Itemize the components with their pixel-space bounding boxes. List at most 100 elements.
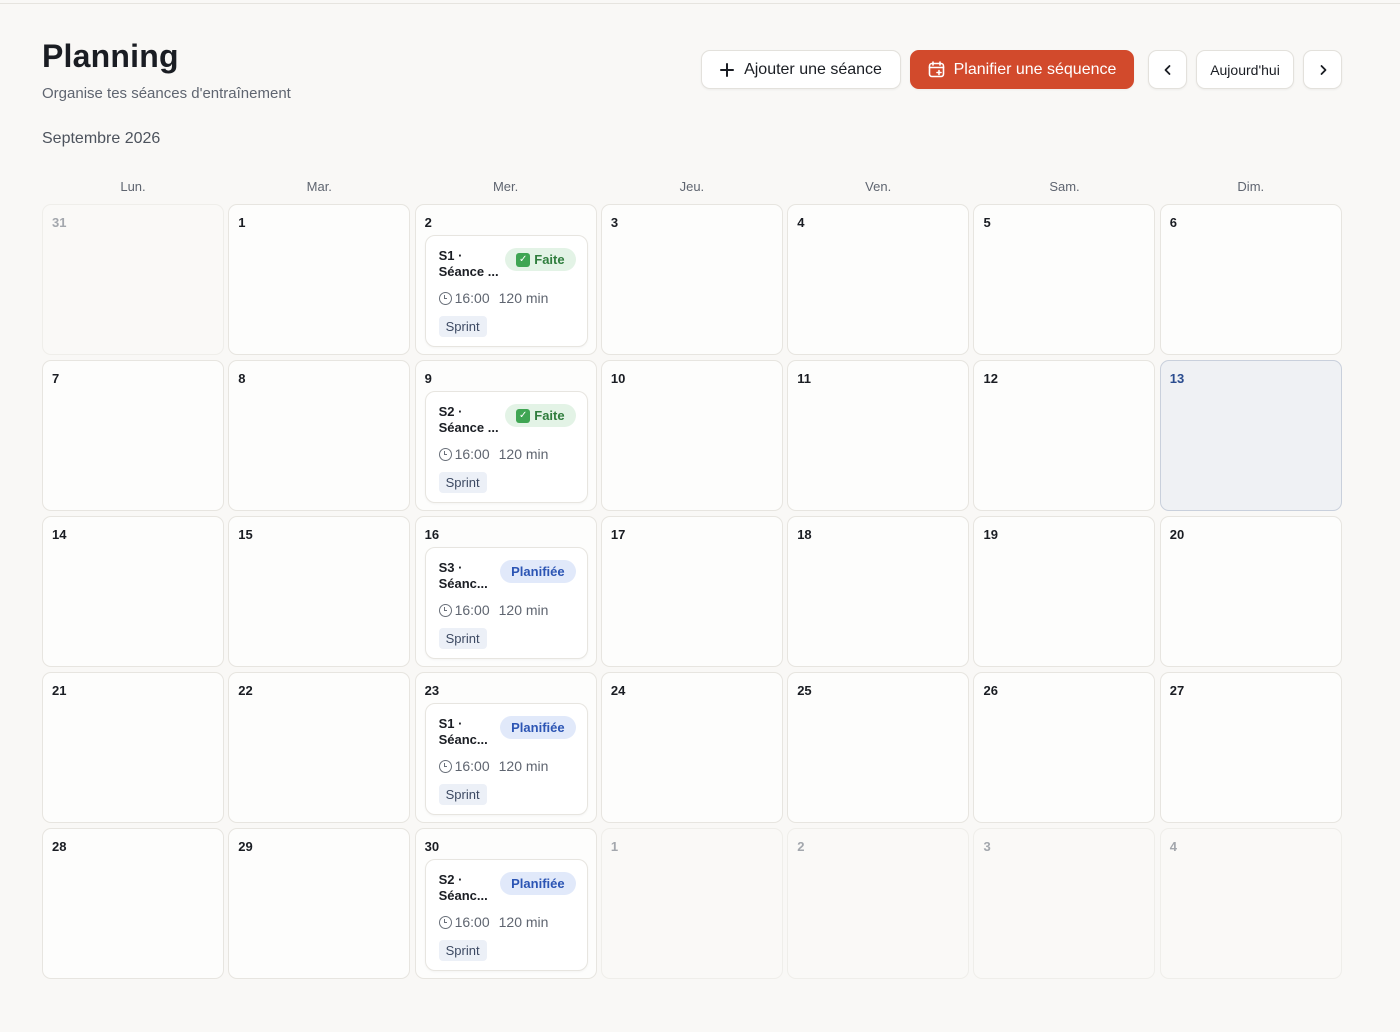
day-cell[interactable]: 2 (787, 828, 970, 979)
session-card[interactable]: S3 · Séanc... Planifiée 16:00 120 min Sprint (424, 547, 588, 659)
day-cell[interactable]: 24 (600, 672, 783, 823)
plan-sequence-button[interactable]: Planifier une séquence (910, 50, 1134, 89)
session-time: 16:00 (454, 602, 490, 618)
session-duration: 120 min (498, 914, 549, 930)
next-month-button[interactable] (1303, 50, 1342, 89)
day-number: 9 (424, 371, 432, 386)
day-cell[interactable]: 3 (973, 828, 1156, 979)
day-number: 19 (983, 527, 998, 542)
session-duration: 120 min (498, 290, 549, 306)
day-number: 24 (610, 683, 626, 698)
day-cell[interactable]: 30 S2 · Séanc... Planifiée 16:00 120 min Sprin… (414, 828, 597, 979)
day-number: 28 (52, 839, 67, 854)
day-cell[interactable]: 15 (228, 516, 411, 667)
day-cell[interactable]: 28 (42, 828, 224, 979)
session-tag: Sprint (438, 784, 487, 805)
day-cell[interactable]: 4 (787, 204, 970, 355)
day-cell[interactable]: 16 S3 · Séanc... Planifiée 16:00 120 min Sprin… (414, 516, 597, 667)
day-cell[interactable]: 8 (228, 360, 411, 511)
session-tag: Sprint (438, 628, 487, 649)
day-cell[interactable]: 17 (600, 516, 783, 667)
day-number: 10 (610, 371, 626, 386)
session-card[interactable]: S2 · Séance ... ✓ Faite 16:00 120 min Sprint (424, 391, 588, 503)
weekday-label: Dim. (1237, 179, 1265, 194)
session-time: 16:00 (454, 446, 490, 462)
day-cell[interactable]: 1 (228, 204, 411, 355)
session-code: S2 · (438, 872, 463, 887)
day-cell[interactable]: 23 S1 · Séanc... Planifiée 16:00 120 min Sprin… (414, 672, 597, 823)
day-number: 15 (238, 527, 253, 542)
day-number: 2 (797, 839, 805, 854)
day-number: 23 (424, 683, 440, 698)
day-cell[interactable]: 5 (973, 204, 1156, 355)
session-card[interactable]: S2 · Séanc... Planifiée 16:00 120 min Sprint (424, 859, 588, 971)
day-cell[interactable]: 1 (600, 828, 783, 979)
previous-month-button[interactable] (1148, 50, 1187, 89)
session-meta: 16:00 120 min (438, 758, 575, 774)
status-label: Planifiée (511, 876, 565, 891)
day-cell[interactable]: 22 (228, 672, 411, 823)
day-number: 3 (983, 839, 991, 854)
session-time: 16:00 (454, 914, 490, 930)
day-cell[interactable]: 7 (42, 360, 224, 511)
day-cell[interactable]: 11 (787, 360, 970, 511)
calendar-plus-icon (928, 61, 944, 78)
day-number: 22 (238, 683, 253, 698)
session-card[interactable]: S1 · Séanc... Planifiée 16:00 120 min Sprint (424, 703, 588, 815)
weekday-label: Ven. (865, 179, 892, 194)
day-number: 5 (983, 215, 991, 230)
day-cell[interactable]: 4 (1159, 828, 1342, 979)
top-divider (0, 3, 1400, 4)
day-cell[interactable]: 20 (1159, 516, 1342, 667)
day-cell[interactable]: 25 (787, 672, 970, 823)
session-card[interactable]: S1 · Séance ... ✓ Faite 16:00 120 min Sprint (424, 235, 588, 347)
day-number: 25 (797, 683, 812, 698)
session-name: Séance ... (438, 264, 499, 279)
add-session-button[interactable]: Ajouter une séance (701, 50, 901, 89)
day-number: 3 (610, 215, 619, 230)
day-cell[interactable]: 18 (787, 516, 970, 667)
day-number: 2 (424, 215, 432, 230)
day-cell[interactable]: 2 S1 · Séance ... ✓ Faite 16:00 120 min Sprint (414, 204, 597, 355)
session-tag: Sprint (438, 472, 487, 493)
day-cell[interactable]: 9 S2 · Séance ... ✓ Faite 16:00 120 min Sprint (414, 360, 597, 511)
weekday-header: Lun. Mar. Mer. Jeu. Ven. Sam. Dim. (42, 179, 1342, 194)
day-number: 29 (238, 839, 253, 854)
day-cell[interactable]: 12 (973, 360, 1156, 511)
plus-icon (720, 62, 735, 77)
clock-icon (438, 447, 452, 461)
chevron-left-icon (1164, 64, 1170, 75)
day-cell[interactable]: 19 (973, 516, 1156, 667)
day-number: 7 (52, 371, 60, 386)
day-cell[interactable]: 14 (42, 516, 224, 667)
calendar-grid: 31 1 2 S1 · Séance ... ✓ Faite 16:00 120 min Spri… (42, 204, 1342, 979)
weekday-label: Lun. (120, 179, 146, 194)
status-label: Planifiée (511, 564, 565, 579)
day-cell-today[interactable]: 13 (1159, 360, 1342, 511)
day-cell[interactable]: 27 (1159, 672, 1342, 823)
day-number: 1 (610, 839, 619, 854)
status-badge: Planifiée (500, 872, 576, 895)
session-code: S3 · (438, 560, 463, 575)
session-meta: 16:00 120 min (438, 446, 575, 462)
session-time: 16:00 (454, 290, 490, 306)
status-badge: ✓ Faite (505, 248, 576, 271)
day-cell[interactable]: 29 (228, 828, 411, 979)
today-button[interactable]: Aujourd'hui (1196, 50, 1294, 89)
toolbar: Ajouter une séance Planifier une séquenc… (701, 50, 1342, 89)
day-cell[interactable]: 3 (600, 204, 783, 355)
session-tag: Sprint (438, 940, 487, 961)
day-number: 17 (610, 527, 626, 542)
page-title: Planning (42, 38, 179, 74)
status-badge: ✓ Faite (505, 404, 576, 427)
day-cell[interactable]: 6 (1159, 204, 1342, 355)
page-header: Planning Organise tes séances d'entraîne… (42, 38, 291, 102)
day-cell[interactable]: 26 (973, 672, 1156, 823)
day-number: 20 (1169, 527, 1185, 542)
day-cell[interactable]: 31 (42, 204, 224, 355)
clock-icon (438, 291, 452, 305)
day-number: 8 (238, 371, 246, 386)
day-cell[interactable]: 21 (42, 672, 224, 823)
day-cell[interactable]: 10 (600, 360, 783, 511)
day-number: 27 (1169, 683, 1185, 698)
